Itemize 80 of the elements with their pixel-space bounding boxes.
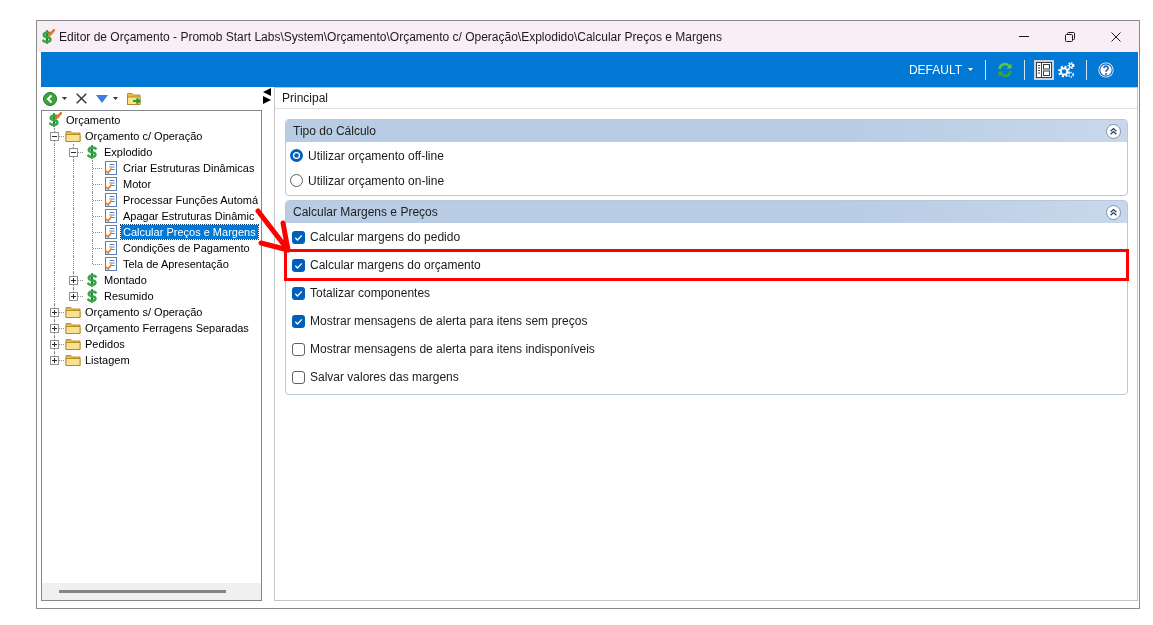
plus-box-icon[interactable] — [50, 324, 59, 333]
caret-icon[interactable] — [113, 97, 118, 100]
window-title: Editor de Orçamento - Promob Start Labs\System\Orçamento\Orçamento c/ Operação\Explodido\Calcular Preços e Margens — [59, 29, 722, 44]
option-label: Utilizar orçamento off-line — [308, 148, 444, 163]
checklist-icon — [103, 256, 119, 272]
plus-box-icon[interactable] — [50, 308, 59, 317]
scrollbar-track[interactable] — [42, 583, 261, 600]
option-label: Salvar valores das margens — [310, 370, 459, 384]
option-label: Calcular margens do orçamento — [310, 258, 481, 272]
left-triangle-icon[interactable] — [263, 88, 271, 96]
tree-item[interactable]: Listagem — [83, 353, 132, 367]
checkbox[interactable] — [292, 314, 305, 328]
folder-icon — [65, 336, 81, 352]
tree-item[interactable]: Montado — [102, 273, 149, 287]
folder-arrow-icon[interactable] — [127, 91, 142, 106]
tree-item[interactable]: Resumido — [102, 289, 156, 303]
checkbox[interactable] — [292, 370, 305, 384]
plus-box-icon[interactable] — [50, 340, 59, 349]
tree-item[interactable]: Calcular Preços e Margens — [121, 225, 258, 239]
plus-box-icon[interactable] — [69, 292, 78, 301]
dollar-pencil-icon — [46, 112, 62, 128]
plus-box-icon[interactable] — [69, 276, 78, 285]
dollar-icon — [84, 144, 100, 160]
caret-icon[interactable] — [62, 97, 67, 100]
minimize-icon — [1019, 36, 1029, 37]
dollar-icon — [84, 272, 100, 288]
tree-item[interactable]: Orçamento s/ Operação — [83, 305, 205, 319]
back-icon[interactable] — [43, 91, 57, 106]
profile-dropdown[interactable]: DEFAULT — [904, 59, 977, 80]
down-arrow-icon[interactable] — [96, 94, 108, 103]
caret-icon — [968, 68, 973, 71]
restore-icon — [1065, 31, 1075, 42]
tree-item[interactable]: Explodido — [102, 145, 155, 159]
cross-icon[interactable] — [76, 93, 87, 104]
checkbox[interactable] — [292, 258, 305, 272]
option-label: Totalizar componentes — [310, 286, 431, 300]
tree-item[interactable]: Pedidos — [83, 337, 127, 351]
checklist-icon — [103, 240, 119, 256]
checkbox[interactable] — [292, 286, 305, 300]
minus-box-icon[interactable] — [50, 132, 59, 141]
tree-item[interactable]: Condições de Pagamento — [121, 241, 252, 255]
tree-item[interactable]: Orçamento c/ Operação — [83, 129, 205, 143]
panel-caption: Principal — [275, 88, 1137, 109]
checklist-icon — [103, 160, 119, 176]
option-label: Mostrar mensagens de alerta para itens sem preços — [310, 314, 588, 328]
checklist-icon — [103, 224, 119, 240]
tree-item[interactable]: Apagar Estruturas Dinâmic — [121, 209, 257, 223]
folder-icon — [65, 304, 81, 320]
folder-icon — [65, 128, 81, 144]
checklist-icon — [103, 176, 119, 192]
section-title: Tipo do Cálculo — [293, 124, 376, 138]
collapse-icon[interactable] — [1106, 123, 1121, 139]
radio-button[interactable] — [290, 149, 303, 162]
tree-item[interactable]: Tela de Apresentação — [121, 257, 231, 271]
option-label: Mostrar mensagens de alerta para itens indisponíveis — [310, 342, 595, 356]
tree-item[interactable]: Motor — [121, 177, 154, 191]
close-icon — [1111, 31, 1121, 42]
plus-box-icon[interactable] — [50, 356, 59, 365]
folder-icon — [65, 320, 81, 336]
dollar-icon — [84, 288, 100, 304]
option-label: Calcular margens do pedido — [310, 230, 461, 244]
section-header[interactable]: Tipo do Cálculo — [286, 120, 1127, 142]
tree-item[interactable]: Criar Estruturas Dinâmicas — [121, 161, 257, 175]
minus-box-icon[interactable] — [69, 148, 78, 157]
scrollbar-thumb[interactable] — [59, 590, 226, 593]
collapse-icon[interactable] — [1106, 204, 1121, 220]
dollar-pencil-icon — [39, 28, 55, 45]
right-triangle-icon[interactable] — [263, 96, 271, 104]
option-label: Utilizar orçamento on-line — [308, 173, 445, 188]
tree-item[interactable]: Orçamento Ferragens Separadas — [83, 321, 251, 335]
tree-item[interactable]: Processar Funções Automá — [121, 193, 261, 207]
section-title: Calcular Margens e Preços — [293, 205, 438, 219]
section-header[interactable]: Calcular Margens e Preços — [286, 201, 1127, 223]
folder-icon — [65, 352, 81, 368]
checkbox[interactable] — [292, 230, 305, 244]
radio-button[interactable] — [290, 174, 303, 187]
checklist-icon — [103, 192, 119, 208]
checklist-icon — [103, 208, 119, 224]
tree-item[interactable]: Orçamento — [64, 113, 123, 127]
checkbox[interactable] — [292, 342, 305, 356]
